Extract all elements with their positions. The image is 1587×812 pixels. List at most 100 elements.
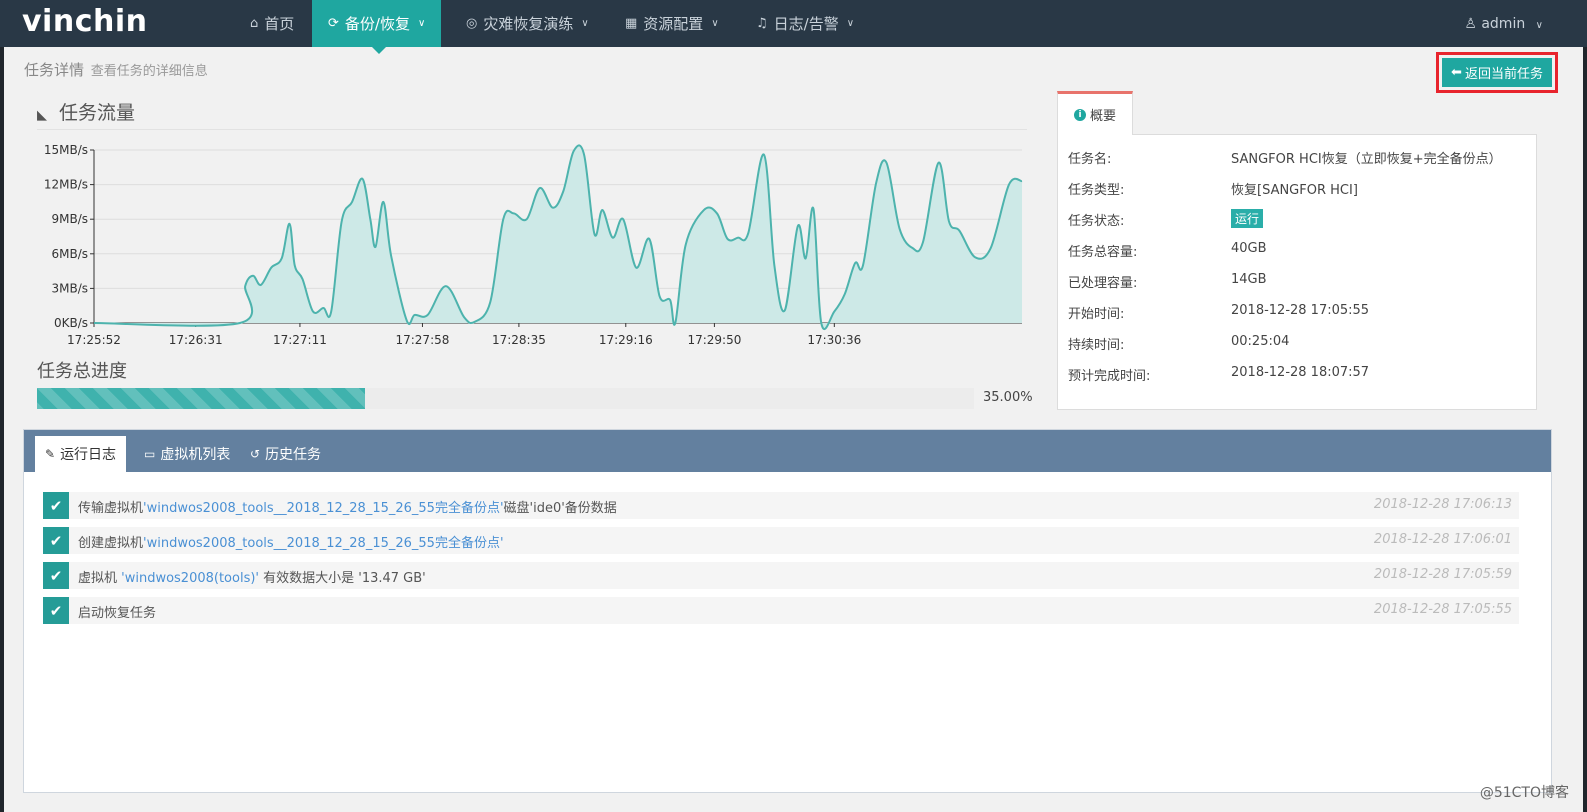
nav-item-dr-drill[interactable]: ◎ 灾难恢复演练 ∨ — [466, 0, 589, 47]
summary-label-start-time: 开始时间: — [1068, 307, 1125, 322]
user-name: admin — [1481, 16, 1526, 32]
summary-label-duration: 持续时间: — [1068, 338, 1125, 353]
summary-value-total-capacity: 40GB — [1231, 241, 1267, 256]
summary-label-task-status: 任务状态: — [1068, 214, 1125, 229]
check-icon: ✔ — [43, 527, 69, 554]
page-title: 任务详情 — [24, 61, 85, 79]
tab-run-log-label: 运行日志 — [60, 447, 117, 463]
log-timestamp: 2018-12-28 17:05:55 — [1373, 602, 1512, 617]
log-timestamp: 2018-12-28 17:05:59 — [1373, 567, 1512, 582]
summary-value-processed: 14GB — [1231, 272, 1267, 287]
log-message-prefix: 传输虚拟机 — [78, 501, 144, 516]
x-tick-label: 17:30:36 — [807, 333, 861, 347]
check-icon: ✔ — [43, 597, 69, 624]
log-message-suffix: 有效数据大小是 '13.47 GB' — [259, 571, 426, 586]
frame-border-right — [1583, 47, 1587, 812]
drill-icon: ◎ — [466, 16, 478, 31]
log-entry: ✔ 启动恢复任务 2018-12-28 17:05:55 — [43, 597, 1519, 624]
check-icon: ✔ — [43, 562, 69, 589]
summary-label-task-name: 任务名: — [1068, 152, 1112, 167]
y-tick-label: 15MB/s — [44, 143, 88, 157]
summary-value-start-time: 2018-12-28 17:05:55 — [1231, 303, 1370, 318]
info-icon: i — [1073, 108, 1086, 121]
log-message-prefix: 虚拟机 — [78, 571, 122, 586]
log-tab-bar: ✎ 运行日志 ▭ 虚拟机列表 ↺ 历史任务 — [24, 430, 1551, 472]
user-icon: ♙ — [1464, 16, 1477, 32]
x-tick-label: 17:27:58 — [395, 333, 449, 347]
flow-chart: 0KB/s 3MB/s 6MB/s 9MB/s 12MB/s 15MB/s 17:25:52… — [44, 143, 1023, 347]
summary-value-task-status: 运行 — [1231, 209, 1264, 229]
log-message-highlight: 'windwos2008(tools)' — [121, 571, 259, 586]
nav-item-backup-restore[interactable]: ⟳ 备份/恢复 ∨ — [312, 0, 442, 47]
tab-history[interactable]: ↺ 历史任务 — [250, 436, 321, 472]
progress-title: 任务总进度 — [37, 361, 127, 382]
brand-logo[interactable]: vinchin — [22, 4, 147, 39]
log-message-highlight: 'windwos2008_tools__2018_12_28_15_26_55完… — [143, 536, 504, 551]
x-tick-label: 17:29:16 — [599, 333, 653, 347]
active-nav-indicator — [372, 47, 386, 54]
log-message: 创建虚拟机'windwos2008_tools__2018_12_28_15_2… — [78, 532, 504, 551]
nav-item-logs-alerts[interactable]: ♫ 日志/告警 ∨ — [756, 0, 854, 47]
nav-item-home[interactable]: ⌂ 首页 — [250, 0, 294, 47]
chevron-down-icon: ∨ — [417, 18, 426, 29]
log-message-prefix: 启动恢复任务 — [78, 606, 157, 621]
arrow-left-icon: ⬅ — [1451, 65, 1462, 80]
x-tick-label: 17:27:11 — [273, 333, 327, 347]
area-chart-icon: ◣ — [37, 108, 47, 123]
log-message-prefix: 创建虚拟机 — [78, 536, 144, 551]
page-subtitle: 查看任务的详细信息 — [90, 64, 208, 79]
tab-run-log[interactable]: ✎ 运行日志 — [35, 436, 127, 472]
y-tick-label: 3MB/s — [51, 281, 88, 295]
back-button-label: 返回当前任务 — [1464, 67, 1543, 82]
nav-item-label: 日志/告警 — [773, 15, 839, 33]
flow-chart-title: ◣ 任务流量 — [37, 98, 135, 125]
back-to-current-task-button[interactable]: ⬅ 返回当前任务 — [1442, 58, 1552, 87]
watermark: @51CTO博客 — [1479, 785, 1569, 801]
breadcrumb: 任务详情 查看任务的详细信息 — [24, 59, 208, 80]
progress-bar-fill — [37, 388, 365, 409]
x-tick-label: 17:25:52 — [67, 333, 121, 347]
log-message: 启动恢复任务 — [78, 602, 156, 621]
log-timestamp: 2018-12-28 17:06:01 — [1373, 532, 1512, 547]
top-navbar: vinchin ⌂ 首页 ⟳ 备份/恢复 ∨ ◎ 灾难恢复演练 ∨ ▦ 资源配置… — [0, 0, 1587, 47]
nav-item-resources[interactable]: ▦ 资源配置 ∨ — [625, 0, 719, 47]
log-panel: ✎ 运行日志 ▭ 虚拟机列表 ↺ 历史任务 ✔ 传输虚拟机'windwos200… — [23, 429, 1552, 793]
log-message-highlight: 'windwos2008_tools__2018_12_28_15_26_55完… — [143, 501, 504, 516]
tab-summary-label: 概要 — [1089, 109, 1116, 124]
y-tick-label: 0KB/s — [54, 316, 88, 330]
y-tick-label: 12MB/s — [44, 178, 88, 192]
series-area — [94, 145, 1022, 330]
progress-percent: 35.00% — [983, 390, 1033, 405]
frame-border-left — [0, 47, 4, 812]
grid-icon: ▦ — [625, 16, 638, 31]
log-entry: ✔ 传输虚拟机'windwos2008_tools__2018_12_28_15… — [43, 492, 1519, 519]
bell-icon: ♫ — [756, 16, 768, 31]
log-message: 虚拟机 'windwos2008(tools)' 有效数据大小是 '13.47 … — [78, 567, 426, 586]
summary-value-task-type: 恢复[SANGFOR HCI] — [1231, 183, 1358, 198]
x-tick-label: 17:26:31 — [169, 333, 223, 347]
nav-item-label: 首页 — [264, 15, 295, 33]
x-tick-label: 17:28:35 — [492, 333, 546, 347]
chevron-down-icon: ∨ — [711, 18, 719, 29]
history-icon: ↺ — [250, 447, 261, 461]
summary-value-task-name: SANGFOR HCI恢复（立即恢复+完全备份点） — [1231, 152, 1502, 167]
nav-item-label: 资源配置 — [643, 15, 704, 33]
chevron-down-icon: ∨ — [581, 18, 589, 29]
nav-item-label: 灾难恢复演练 — [483, 15, 574, 33]
log-message-suffix: 磁盘'ide0'备份数据 — [503, 501, 617, 516]
summary-label-total-capacity: 任务总容量: — [1068, 245, 1138, 260]
tab-summary[interactable]: i 概要 — [1057, 91, 1133, 135]
check-icon: ✔ — [43, 492, 69, 519]
edit-icon: ✎ — [45, 447, 56, 461]
tab-vm-list[interactable]: ▭ 虚拟机列表 — [144, 436, 230, 472]
log-message: 传输虚拟机'windwos2008_tools__2018_12_28_15_2… — [78, 497, 617, 516]
title-divider — [37, 129, 1027, 130]
user-menu[interactable]: ♙ admin ∨ — [1464, 16, 1543, 32]
home-icon: ⌂ — [250, 16, 259, 31]
log-entry: ✔ 虚拟机 'windwos2008(tools)' 有效数据大小是 '13.4… — [43, 562, 1519, 589]
log-timestamp: 2018-12-28 17:06:13 — [1373, 497, 1512, 512]
summary-value-duration: 00:25:04 — [1231, 334, 1290, 349]
nav-item-label: 备份/恢复 — [344, 15, 410, 33]
progress-bar — [37, 388, 974, 409]
refresh-icon: ⟳ — [328, 16, 339, 31]
